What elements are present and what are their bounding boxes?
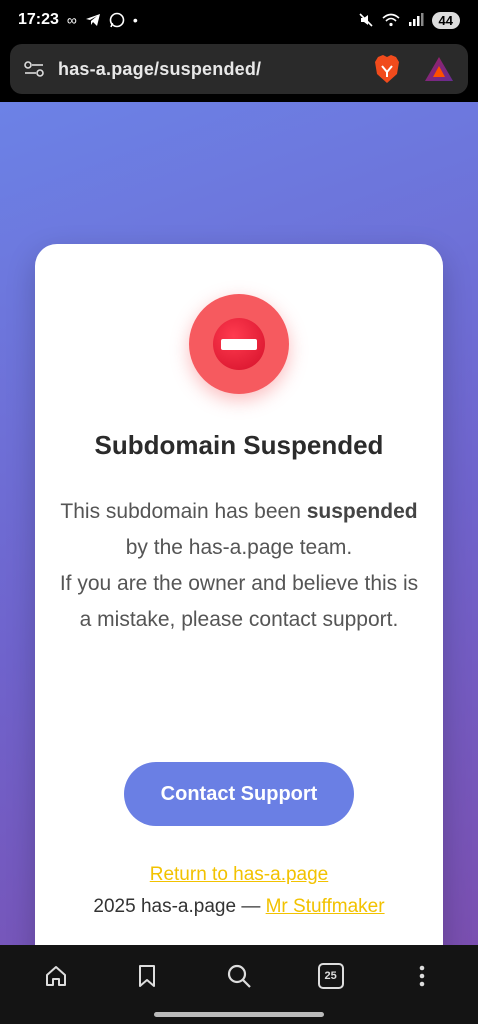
page-background: Subdomain Suspended This subdomain has b…	[0, 102, 478, 945]
suspension-message: This subdomain has been suspended by the…	[59, 494, 419, 638]
signal-icon	[408, 13, 424, 26]
notification-dot-icon: •	[132, 12, 138, 28]
no-entry-icon	[213, 318, 265, 370]
stop-sign-badge	[189, 294, 289, 394]
mute-icon	[358, 13, 373, 27]
infinity-icon: ∞	[66, 12, 77, 28]
page-title: Subdomain Suspended	[94, 430, 384, 460]
search-icon	[227, 964, 251, 988]
whatsapp-icon	[109, 12, 125, 28]
footer-credit: 2025 has-a.page — Mr Stuffmaker	[35, 896, 443, 918]
site-settings-icon[interactable]	[24, 60, 44, 78]
message-part1: This subdomain has been	[60, 500, 307, 523]
search-button[interactable]	[219, 956, 259, 996]
contact-support-button[interactable]: Contact Support	[124, 762, 354, 826]
brave-rewards-icon[interactable]	[424, 56, 454, 82]
telegram-icon	[85, 14, 100, 26]
status-bar: 17:23 ∞ • 44	[0, 0, 478, 40]
message-line2: If you are the owner and believe this is…	[59, 572, 419, 631]
battery-indicator: 44	[431, 11, 460, 29]
status-time: 17:23	[18, 11, 59, 28]
home-button[interactable]	[36, 956, 76, 996]
return-link[interactable]: Return to has-a.page	[35, 864, 443, 886]
bookmarks-button[interactable]	[127, 956, 167, 996]
brave-shields-icon[interactable]	[374, 54, 400, 84]
menu-button[interactable]	[402, 956, 442, 996]
browser-toolbar: has-a.page/suspended/	[0, 40, 478, 102]
message-bold: suspended	[306, 500, 418, 523]
home-icon	[45, 966, 66, 986]
address-bar[interactable]: has-a.page/suspended/	[10, 44, 468, 94]
footer-prefix: 2025 has-a.page —	[93, 896, 266, 917]
bottom-navigation: 25	[0, 945, 478, 1024]
more-vertical-icon	[419, 965, 425, 987]
message-part2: by the has-a.page team.	[125, 536, 353, 559]
home-indicator[interactable]	[154, 1012, 324, 1017]
bookmark-icon	[139, 965, 156, 987]
wifi-icon	[382, 13, 400, 27]
suspended-card: Subdomain Suspended This subdomain has b…	[35, 244, 443, 945]
url-text[interactable]: has-a.page/suspended/	[58, 59, 261, 80]
tab-count: 25	[317, 963, 344, 989]
tabs-button[interactable]: 25	[311, 956, 351, 996]
author-link[interactable]: Mr Stuffmaker	[266, 896, 385, 917]
